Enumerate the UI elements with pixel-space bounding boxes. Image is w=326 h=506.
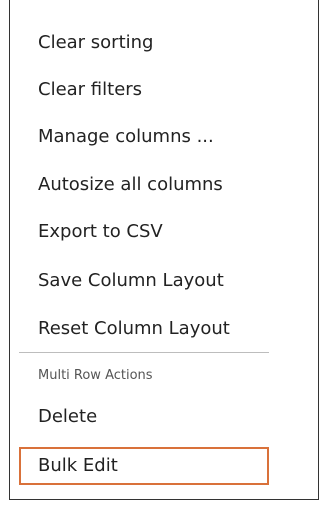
menu-divider [19, 352, 269, 353]
menu-item-bulk-edit[interactable]: Bulk Edit [19, 447, 269, 485]
menu-item-export-to-csv[interactable]: Export to CSV [19, 213, 269, 251]
context-menu: Clear sorting Clear filters Manage colum… [9, 0, 319, 500]
menu-item-save-column-layout[interactable]: Save Column Layout [19, 262, 269, 300]
menu-item-delete[interactable]: Delete [19, 398, 269, 436]
multi-row-actions-label: Multi Row Actions [38, 368, 153, 383]
menu-item-autosize-all-columns[interactable]: Autosize all columns [19, 166, 269, 204]
menu-item-reset-column-layout[interactable]: Reset Column Layout [19, 310, 269, 348]
menu-item-clear-filters[interactable]: Clear filters [19, 71, 269, 109]
menu-item-manage-columns[interactable]: Manage columns ... [19, 118, 269, 156]
menu-item-clear-sorting[interactable]: Clear sorting [19, 24, 269, 62]
